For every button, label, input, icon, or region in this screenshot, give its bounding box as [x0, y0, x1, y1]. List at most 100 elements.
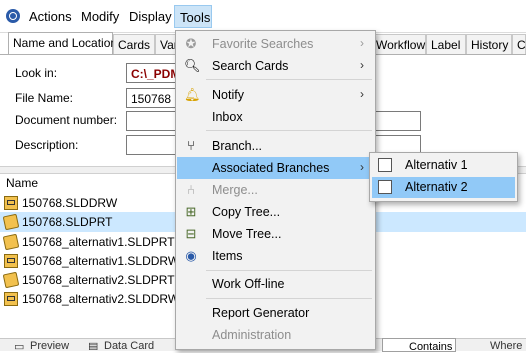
menu-item-label: Work Off-line — [212, 277, 285, 291]
document-number-input-end[interactable] — [372, 111, 421, 131]
file-name: 150768.SLDPRT — [22, 215, 113, 229]
look-in-value: C:\_PDM — [131, 67, 181, 81]
file-name: 150768_alternativ1.SLDDRW — [22, 254, 180, 268]
menu-separator — [206, 79, 372, 80]
menu-item-items[interactable]: ◉ Items — [177, 245, 374, 267]
tab-history[interactable]: History — [466, 34, 512, 54]
tab-label-tab[interactable]: Label — [426, 34, 466, 54]
description-label: Description: — [15, 138, 79, 152]
menu-separator — [206, 130, 372, 131]
tab-co[interactable]: Co — [512, 34, 526, 54]
description-input[interactable] — [126, 135, 178, 155]
menu-modify[interactable]: Modify — [81, 9, 119, 24]
menu-item-label: Associated Branches — [212, 161, 330, 175]
branch-icon: ⑂ — [187, 138, 195, 153]
file-name: 150768_alternativ2.SLDDRW — [22, 292, 180, 306]
menu-item-label: Items — [212, 249, 243, 263]
associated-branches-submenu: Alternativ 1 Alternativ 2 — [369, 152, 518, 202]
menu-item-label: Inbox — [212, 110, 243, 124]
file-name-value: 150768 — [131, 92, 172, 106]
tab-contains-label: Contains — [409, 341, 453, 353]
branch-document-icon — [378, 158, 392, 172]
menu-item-merge[interactable]: ⑃ Merge... — [177, 179, 374, 201]
menu-item-label: Favorite Searches — [212, 37, 314, 51]
file-name-input[interactable]: 150768 — [126, 88, 178, 108]
tab-data-card[interactable]: Data Card — [104, 340, 159, 350]
part-file-icon — [2, 213, 20, 231]
menu-item-label: Administration — [212, 328, 292, 342]
document-number-input[interactable] — [126, 111, 178, 131]
file-name: 150768_alternativ1.SLDPRT — [22, 235, 175, 249]
search-icon: 🔍︎ — [184, 58, 201, 73]
menu-separator — [206, 298, 372, 299]
submenu-item-alternativ-2[interactable]: Alternativ 2 — [372, 177, 515, 198]
file-name: 150768.SLDDRW — [22, 196, 118, 210]
menu-item-report-generator[interactable]: Report Generator — [177, 302, 374, 324]
menu-item-copy-tree[interactable]: ⊞ Copy Tree... — [177, 201, 374, 223]
file-name: 150768_alternativ2.SLDPRT — [22, 273, 175, 287]
tab-label: Label — [431, 38, 461, 52]
drawing-file-icon — [4, 292, 18, 306]
menu-item-label: Report Generator — [212, 306, 310, 320]
menu-bar — [0, 0, 526, 33]
look-in-field[interactable]: C:\_PDM — [126, 63, 181, 83]
chevron-right-icon: › — [360, 87, 364, 101]
menu-item-label: Merge... — [212, 183, 258, 197]
look-in-label: Look in: — [15, 66, 58, 80]
favorites-icon: ✪ — [185, 36, 197, 51]
submenu-item-alternativ-1[interactable]: Alternativ 1 — [372, 155, 515, 176]
tab-var[interactable]: Var — [155, 34, 178, 54]
tab-label: Cards — [118, 38, 151, 52]
chevron-right-icon: › — [360, 36, 364, 50]
preview-icon: ▭ — [14, 341, 25, 350]
tab-preview[interactable]: Preview — [30, 340, 70, 350]
part-file-icon — [2, 271, 20, 289]
items-icon: ◉ — [185, 248, 197, 263]
menu-item-associated-branches[interactable]: Associated Branches › — [177, 157, 374, 179]
menu-item-administration[interactable]: Administration — [177, 324, 374, 346]
menu-item-label: Notify — [212, 88, 244, 102]
menu-actions[interactable]: Actions — [29, 9, 72, 24]
tab-label: History — [471, 38, 509, 52]
menu-item-inbox[interactable]: Inbox — [177, 106, 374, 128]
document-number-label: Document number: — [15, 113, 118, 127]
bell-icon: 🔔︎ — [184, 87, 201, 102]
menu-tools-label: Tools — [180, 10, 211, 25]
move-tree-icon: ⊟ — [185, 226, 197, 241]
branch-document-icon — [378, 180, 392, 194]
menu-item-label: Branch... — [212, 139, 263, 153]
list-column-header-name[interactable]: Name — [6, 176, 38, 190]
drawing-file-icon — [4, 196, 18, 210]
tools-dropdown-menu: ✪ Favorite Searches › 🔍︎ Search Cards › … — [175, 30, 376, 350]
tab-where[interactable]: Where — [490, 340, 526, 350]
tab-name-and-location[interactable]: Name and Location — [8, 32, 117, 54]
menu-item-move-tree[interactable]: ⊟ Move Tree... — [177, 223, 374, 245]
menu-tools[interactable]: Tools — [174, 5, 212, 28]
file-name-label: File Name: — [15, 91, 74, 105]
menu-item-label: Copy Tree... — [212, 205, 281, 219]
submenu-item-label: Alternativ 1 — [405, 158, 468, 172]
menu-item-search-cards[interactable]: 🔍︎ Search Cards › — [177, 55, 374, 77]
menu-separator — [206, 270, 372, 271]
tab-label: Co — [517, 38, 526, 52]
tab-label: Name and Location — [13, 36, 118, 50]
chevron-right-icon: › — [360, 160, 364, 174]
menu-item-label: Search Cards — [212, 59, 289, 73]
menu-item-label: Move Tree... — [212, 227, 282, 241]
app-logo-icon[interactable] — [6, 9, 20, 23]
tab-workflow[interactable]: Workflow — [371, 34, 426, 54]
menu-item-work-offline[interactable]: Work Off-line — [177, 273, 374, 295]
merge-icon: ⑃ — [187, 182, 195, 197]
menu-item-branch[interactable]: ⑂ Branch... — [177, 135, 374, 157]
copy-tree-icon: ⊞ — [185, 204, 197, 219]
tab-label: Workflow — [376, 38, 426, 52]
drawing-file-icon — [4, 254, 18, 268]
menu-item-notify[interactable]: 🔔︎ Notify › — [177, 84, 374, 106]
tab-cards[interactable]: Cards — [113, 34, 155, 54]
part-file-icon — [2, 233, 20, 251]
chevron-right-icon: › — [360, 58, 364, 72]
submenu-item-label: Alternativ 2 — [405, 180, 468, 194]
data-card-icon: ▤ — [88, 341, 99, 350]
menu-display[interactable]: Display — [129, 9, 172, 24]
menu-item-favorite-searches[interactable]: ✪ Favorite Searches › — [177, 33, 374, 55]
